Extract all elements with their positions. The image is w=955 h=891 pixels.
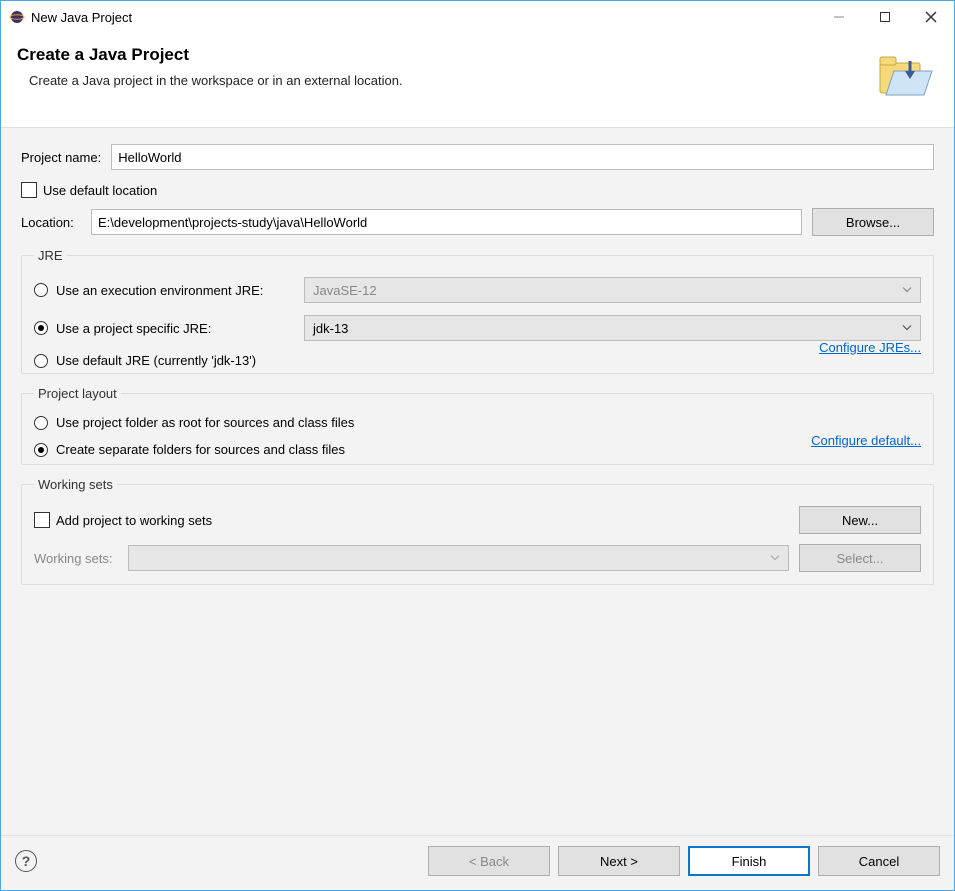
radio-icon [34, 283, 48, 297]
chevron-down-icon [770, 551, 780, 566]
checkbox-icon [34, 512, 50, 528]
chevron-down-icon [902, 321, 912, 336]
radio-icon [34, 321, 48, 335]
location-label: Location: [21, 215, 81, 230]
dialog-window: New Java Project Create a Java Project C… [0, 0, 955, 891]
jre-option-default[interactable]: Use default JRE (currently 'jdk-13') [34, 353, 921, 368]
project-name-row: Project name: [21, 144, 934, 170]
banner: Create a Java Project Create a Java proj… [1, 33, 954, 128]
configure-default-link[interactable]: Configure default... [811, 433, 921, 448]
radio-icon [34, 443, 48, 457]
select-working-set-button: Select... [799, 544, 921, 572]
radio-icon [34, 354, 48, 368]
project-layout-legend: Project layout [34, 386, 121, 401]
configure-jres-link[interactable]: Configure JREs... [819, 340, 921, 355]
working-sets-label: Working sets: [34, 551, 118, 566]
project-name-input[interactable] [111, 144, 934, 170]
jre-option-default-label: Use default JRE (currently 'jdk-13') [56, 353, 256, 368]
window-controls [816, 2, 954, 32]
working-sets-group: Working sets Add project to working sets… [21, 477, 934, 585]
layout-option-root-folder[interactable]: Use project folder as root for sources a… [34, 415, 921, 430]
page-heading: Create a Java Project [17, 45, 403, 65]
working-sets-legend: Working sets [34, 477, 117, 492]
eclipse-icon [9, 9, 25, 25]
use-default-location-checkbox[interactable]: Use default location [21, 182, 934, 198]
jre-option-execution-env-label: Use an execution environment JRE: [56, 283, 304, 298]
footer: ? < Back Next > Finish Cancel [1, 835, 954, 890]
checkbox-icon [21, 182, 37, 198]
working-sets-row: Working sets: Select... [34, 544, 921, 572]
location-row: Location: Browse... [21, 208, 934, 236]
jre-option-execution-env[interactable]: Use an execution environment JRE: JavaSE… [34, 277, 921, 303]
jre-group: JRE Use an execution environment JRE: Ja… [21, 248, 934, 374]
location-input[interactable] [91, 209, 802, 235]
minimize-button[interactable] [816, 2, 862, 32]
project-name-label: Project name: [21, 150, 101, 165]
content-area: Project name: Use default location Locat… [1, 128, 954, 835]
project-specific-jre-select[interactable]: jdk-13 [304, 315, 921, 341]
cancel-button[interactable]: Cancel [818, 846, 940, 876]
help-icon[interactable]: ? [15, 850, 37, 872]
finish-button[interactable]: Finish [688, 846, 810, 876]
use-default-location-label: Use default location [43, 183, 157, 198]
add-to-working-sets-checkbox[interactable]: Add project to working sets [34, 512, 799, 528]
layout-option-separate-folders-label: Create separate folders for sources and … [56, 442, 345, 457]
execution-env-select: JavaSE-12 [304, 277, 921, 303]
titlebar: New Java Project [1, 1, 954, 33]
layout-option-root-folder-label: Use project folder as root for sources a… [56, 415, 354, 430]
add-to-working-sets-label: Add project to working sets [56, 513, 212, 528]
working-sets-select [128, 545, 789, 571]
back-button: < Back [428, 846, 550, 876]
chevron-down-icon [902, 283, 912, 298]
new-working-set-button[interactable]: New... [799, 506, 921, 534]
jre-option-project-specific-label: Use a project specific JRE: [56, 321, 304, 336]
maximize-button[interactable] [862, 2, 908, 32]
radio-icon [34, 416, 48, 430]
project-layout-group: Project layout Use project folder as roo… [21, 386, 934, 465]
page-subheading: Create a Java project in the workspace o… [29, 73, 403, 88]
folder-icon [874, 43, 938, 107]
next-button[interactable]: Next > [558, 846, 680, 876]
jre-legend: JRE [34, 248, 67, 263]
jre-option-project-specific[interactable]: Use a project specific JRE: jdk-13 [34, 315, 921, 341]
browse-button[interactable]: Browse... [812, 208, 934, 236]
window-title: New Java Project [31, 10, 816, 25]
close-button[interactable] [908, 2, 954, 32]
